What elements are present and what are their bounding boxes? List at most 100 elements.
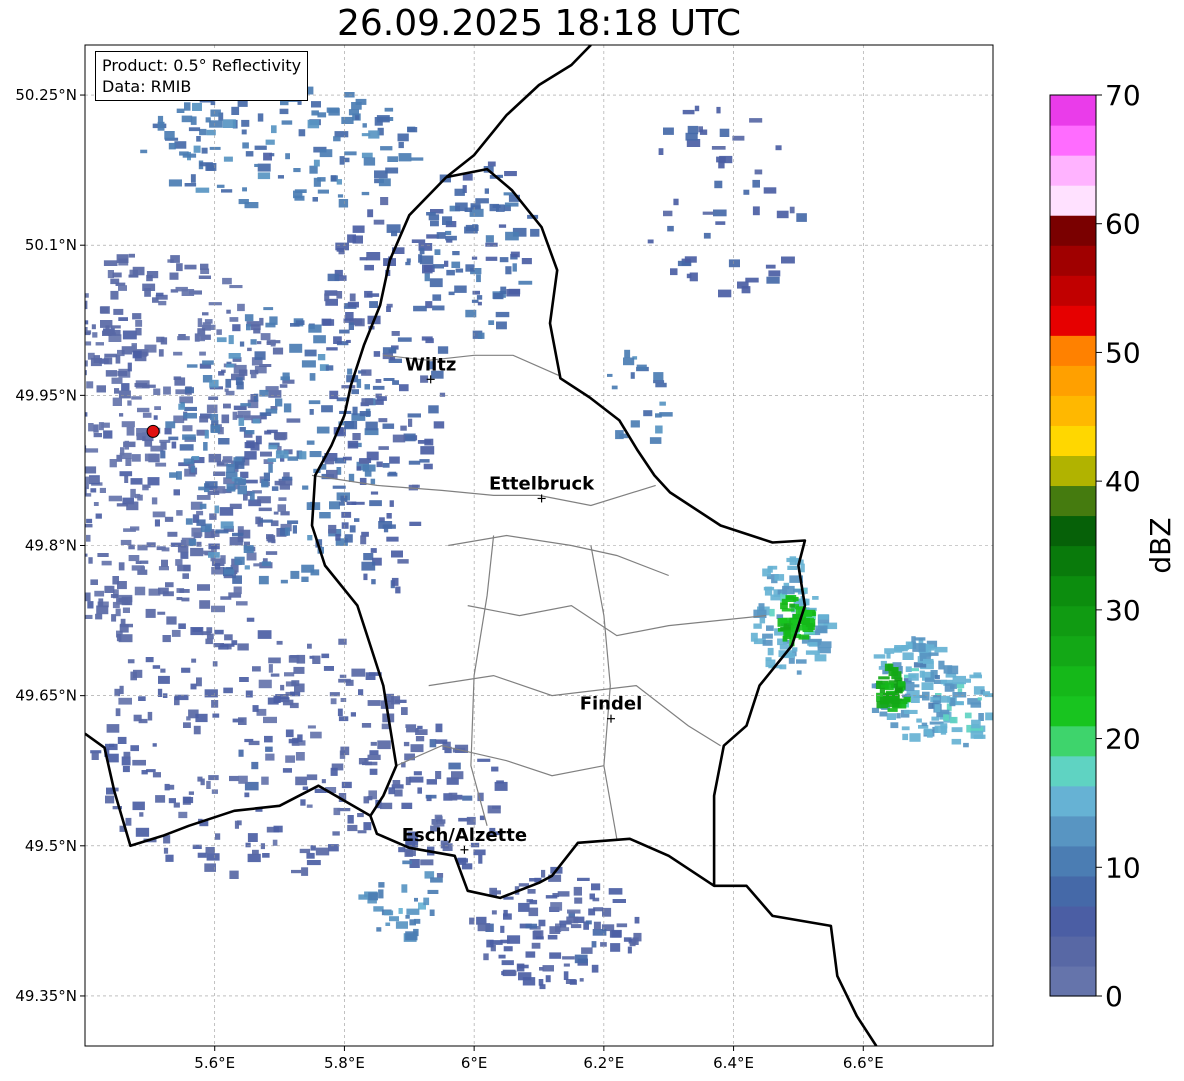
echo-cell [71, 406, 83, 413]
echo-cell [69, 581, 80, 587]
echo-cell [591, 941, 597, 948]
echo-cell [290, 323, 300, 327]
echo-cell [20, 379, 28, 383]
echo-cell [682, 109, 695, 115]
echo-cell [689, 272, 698, 282]
echo-cell [131, 396, 142, 400]
echo-cell [27, 346, 40, 353]
echo-cell [362, 123, 367, 128]
echo-cell [368, 892, 378, 901]
echo-cell [301, 360, 316, 368]
echo-cell [88, 557, 93, 564]
echo-cell [636, 364, 647, 371]
echo-cell [454, 188, 465, 196]
colorbar-segment [1050, 485, 1096, 517]
echo-cell [132, 759, 146, 766]
echo-cell [246, 440, 255, 449]
x-tick-label: 6°E [461, 1054, 488, 1072]
echo-cell [349, 525, 356, 533]
echo-cell [95, 342, 104, 346]
echo-cell [445, 230, 452, 235]
echo-cell [903, 696, 911, 703]
echo-cell [86, 534, 91, 542]
echo-cell [134, 586, 146, 596]
echo-cell [398, 908, 403, 914]
echo-cell [339, 674, 347, 678]
echo-cell [432, 264, 444, 269]
echo-cell [574, 954, 588, 964]
echo-cell [376, 115, 390, 123]
echo-cell [19, 423, 27, 427]
echo-cell [250, 373, 257, 379]
echo-cell [164, 131, 175, 140]
echo-cell [774, 574, 785, 581]
echo-cell [208, 302, 222, 306]
data-source-text: Data: RMIB [102, 77, 192, 96]
echo-cell [182, 425, 193, 432]
echo-cell [33, 409, 42, 413]
echo-cell [610, 943, 621, 952]
echo-cell [103, 260, 118, 266]
echo-cell [313, 177, 321, 187]
echo-cell [299, 848, 311, 854]
echo-cell [165, 421, 176, 429]
echo-cell [789, 603, 796, 608]
echo-cell [95, 613, 103, 620]
echo-cell [769, 608, 775, 617]
echo-cell [307, 725, 316, 729]
echo-cell [370, 741, 377, 746]
echo-cell [684, 256, 697, 263]
echo-cell [271, 486, 279, 491]
echo-cell [787, 565, 798, 570]
colorbar-segment [1050, 245, 1096, 276]
echo-cell [380, 146, 393, 151]
echo-cell [557, 891, 570, 897]
echo-cell [56, 355, 70, 361]
echo-cell [238, 717, 247, 725]
echo-cell [324, 457, 334, 465]
echo-cell [208, 775, 219, 781]
echo-cell [264, 735, 273, 743]
echo-cell [448, 792, 458, 801]
echo-cell [348, 109, 359, 116]
echo-cell [269, 316, 278, 325]
echo-cell [27, 432, 34, 438]
echo-cell [95, 513, 102, 519]
echo-cell [477, 923, 491, 932]
echo-cell [321, 318, 332, 326]
echo-cell [49, 414, 61, 422]
echo-cell [352, 225, 365, 233]
echo-cell [503, 970, 517, 976]
echo-cell [655, 425, 663, 434]
echo-cell [104, 585, 115, 593]
echo-cell [588, 908, 596, 916]
echo-cell [376, 927, 382, 932]
echo-cell [245, 842, 251, 848]
echo-cell [369, 768, 378, 775]
echo-cell [228, 335, 234, 345]
echo-cell [911, 668, 919, 672]
echo-cell [330, 175, 337, 182]
echo-cell [176, 597, 183, 601]
echo-cell [196, 677, 202, 687]
echo-cell [816, 628, 827, 633]
colorbar-segment [1050, 845, 1096, 877]
echo-cell [436, 232, 446, 239]
echo-cell [244, 202, 259, 209]
echo-cell [914, 684, 920, 688]
echo-cell [265, 753, 275, 761]
y-tick-label: 49.65°N [15, 687, 77, 705]
echo-cell [407, 127, 418, 133]
echo-cell [110, 594, 119, 598]
echo-cell [880, 684, 887, 688]
echo-cell [168, 436, 179, 441]
echo-cell [934, 704, 941, 713]
echo-cell [306, 774, 318, 781]
echo-cell [127, 362, 132, 372]
echo-cell [288, 738, 299, 744]
echo-cell [351, 389, 359, 395]
echo-cell [282, 768, 292, 773]
x-tick-label: 5.8°E [324, 1054, 365, 1072]
echo-cell [161, 559, 168, 567]
echo-cell [385, 922, 391, 926]
